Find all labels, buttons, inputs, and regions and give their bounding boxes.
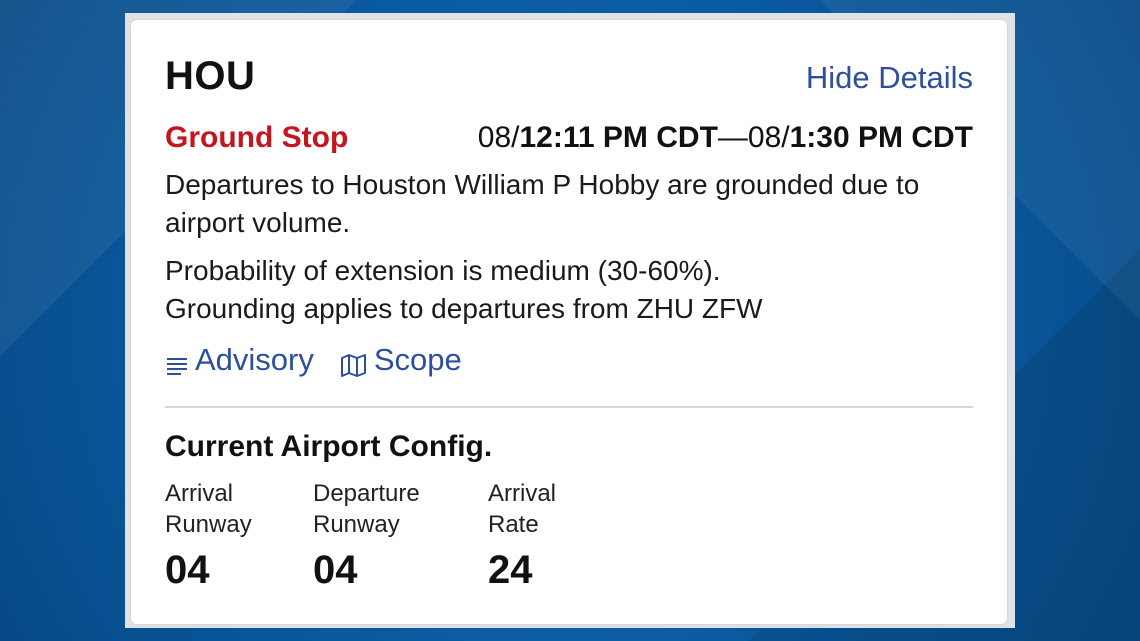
advisory-link[interactable]: Advisory [165, 342, 314, 378]
grounding-scope-text: Grounding applies to departures from ZHU… [165, 293, 763, 324]
time-range: 08/12:11 PM CDT—08/1:30 PM CDT [478, 121, 973, 155]
start-date: 08/ [477, 121, 520, 154]
airport-code: HOU [165, 54, 256, 98]
config-label-line: Arrival [488, 480, 557, 507]
extension-probability: Probability of extension is medium (30-6… [165, 255, 721, 286]
config-label-line: Departure [313, 480, 420, 507]
config-label: Arrival Runway [165, 478, 295, 540]
status-label: Ground Stop [165, 121, 349, 154]
config-value: 04 [313, 548, 358, 592]
hide-details-link[interactable]: Hide Details [806, 60, 973, 96]
config-label-line: Runway [313, 511, 400, 538]
config-value: 24 [488, 548, 533, 592]
config-departure-runway: Departure Runway 04 [313, 478, 443, 593]
config-label: Departure Runway [313, 478, 443, 540]
action-links: Advisory Scope [165, 342, 462, 378]
list-icon [167, 358, 187, 375]
divider [165, 406, 973, 408]
end-date: 08/ [747, 121, 790, 154]
end-time: 1:30 PM CDT [789, 121, 973, 154]
scope-link[interactable]: Scope [340, 342, 462, 378]
config-arrival-runway: Arrival Runway 04 [165, 478, 295, 593]
time-separator: — [717, 121, 748, 154]
config-title: Current Airport Config. [165, 430, 493, 463]
description: Departures to Houston William P Hobby ar… [165, 169, 920, 238]
map-icon [340, 354, 366, 377]
config-arrival-rate: Arrival Rate 24 [488, 478, 618, 593]
config-label-line: Arrival [165, 480, 234, 507]
config-value: 04 [165, 548, 210, 592]
config-label-line: Rate [488, 511, 539, 538]
advisory-label: Advisory [195, 342, 314, 377]
config-label-line: Runway [165, 511, 252, 538]
airport-status-card: HOU Hide Details Ground Stop 08/12:11 PM… [131, 20, 1007, 624]
scope-label: Scope [373, 342, 462, 377]
start-time: 12:11 PM CDT [519, 121, 718, 154]
config-label: Arrival Rate [488, 478, 618, 540]
